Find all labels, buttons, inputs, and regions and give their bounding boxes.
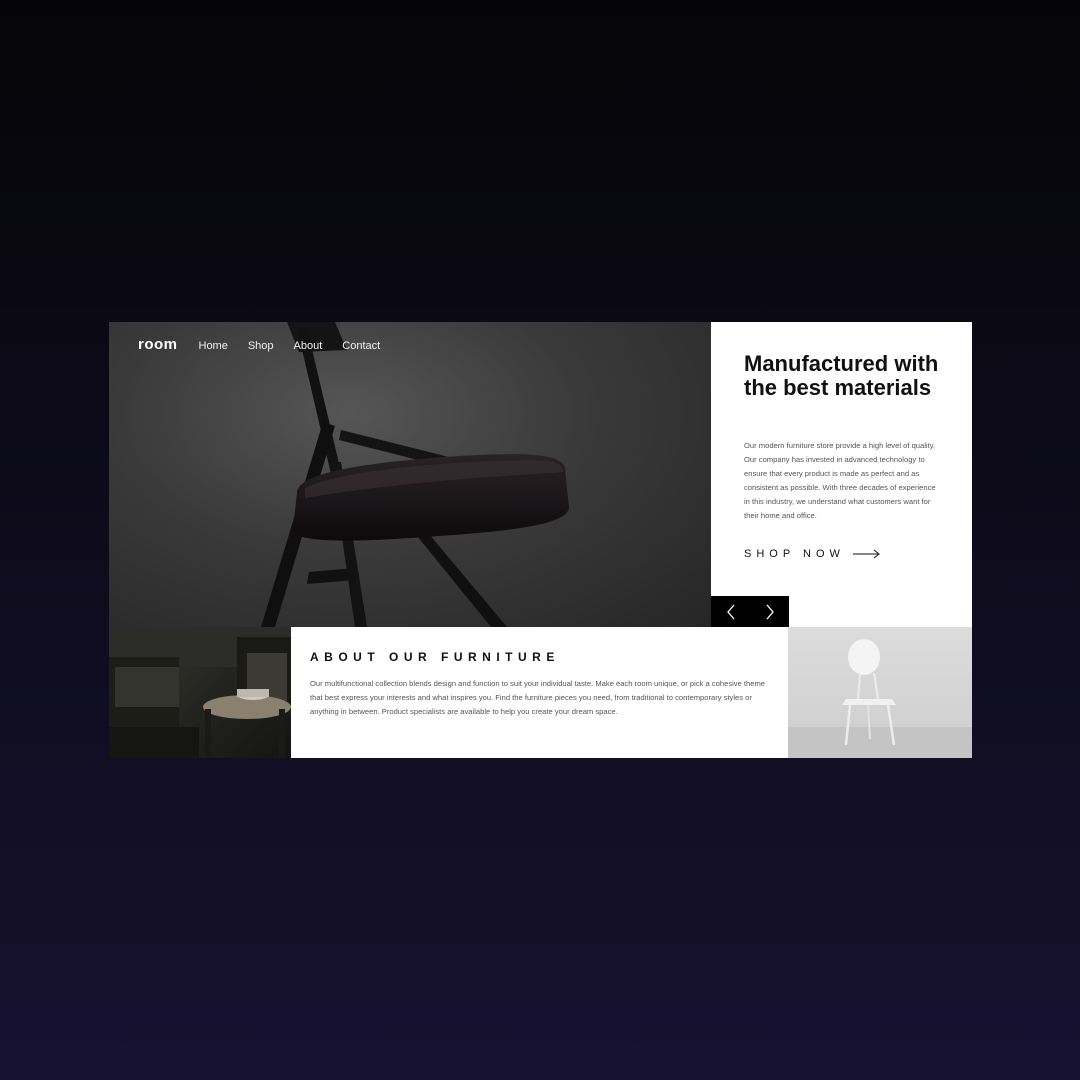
previous-slide-button[interactable] bbox=[711, 596, 750, 627]
nav-link-shop[interactable]: Shop bbox=[248, 340, 274, 352]
hero-image: room Home Shop About Contact bbox=[109, 322, 711, 627]
white-chair-illustration bbox=[788, 639, 972, 758]
hero-headline: Manufactured with the best materials bbox=[744, 351, 939, 400]
shop-now-label: SHOP NOW bbox=[744, 548, 845, 560]
chevron-left-icon bbox=[726, 604, 734, 619]
shop-now-link[interactable]: SHOP NOW bbox=[744, 548, 881, 560]
about-section: ABOUT OUR FURNITURE Our multifunctional … bbox=[291, 627, 788, 758]
white-chair-image bbox=[788, 627, 972, 758]
hero-copy-panel: Manufactured with the best materials Our… bbox=[711, 322, 972, 627]
about-description: Our multifunctional collection blends de… bbox=[310, 679, 766, 716]
chevron-right-icon bbox=[766, 604, 774, 619]
arrow-right-icon bbox=[852, 549, 880, 559]
folding-chair-illustration bbox=[261, 322, 569, 627]
main-nav: room Home Shop About Contact bbox=[138, 336, 400, 353]
hero-description: Our modern furniture store provide a hig… bbox=[744, 441, 936, 520]
website-preview: room Home Shop About Contact Manufacture… bbox=[109, 322, 972, 758]
nav-link-about[interactable]: About bbox=[294, 340, 323, 352]
logo[interactable]: room bbox=[138, 336, 178, 353]
nav-link-contact[interactable]: Contact bbox=[342, 340, 380, 352]
living-room-illustration bbox=[109, 627, 291, 758]
about-title: ABOUT OUR FURNITURE bbox=[310, 650, 560, 664]
next-slide-button[interactable] bbox=[750, 596, 789, 627]
dark-interior-image bbox=[109, 627, 291, 758]
slider-controls bbox=[711, 596, 789, 627]
nav-link-home[interactable]: Home bbox=[199, 340, 228, 352]
